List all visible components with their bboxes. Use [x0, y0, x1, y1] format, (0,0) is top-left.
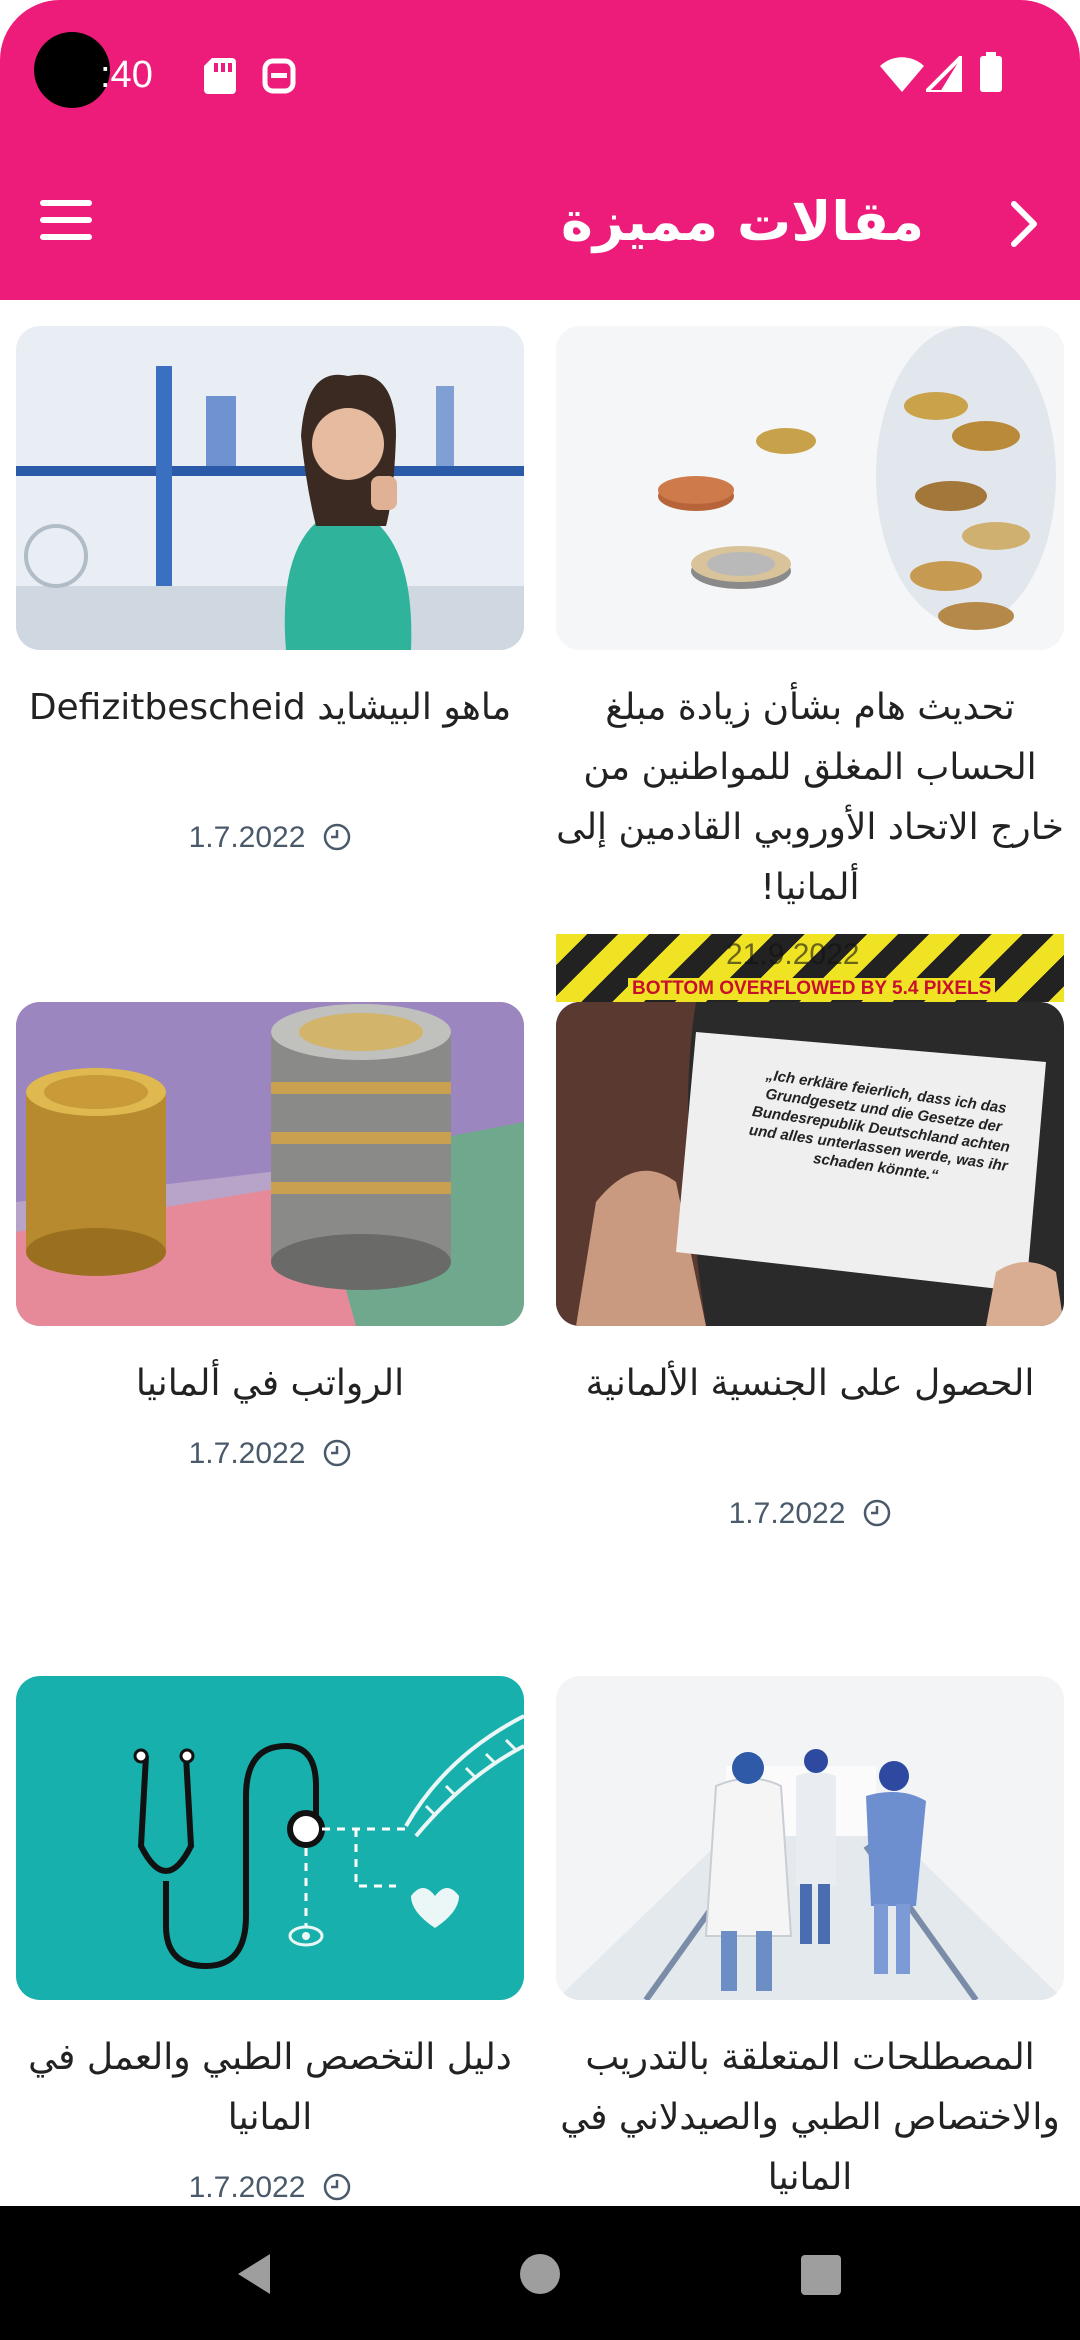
home-nav-icon[interactable] [518, 2252, 562, 2296]
article-title: المصطلحات المتعلقة بالتدريب والاختصاص ال… [560, 2037, 1060, 2198]
article-date: 1.7.2022 [16, 818, 524, 858]
article-card[interactable]: „Ich erkläre feierlich, dass ich das Gru… [556, 1002, 1064, 1562]
overflow-warning: 21.9.2022 BOTTOM OVERFLOWED BY 5.4 PIXEL… [556, 934, 1064, 1002]
article-date: 1.7.2022 [16, 2168, 524, 2206]
back-arrow-icon[interactable] [998, 198, 1050, 250]
clock-icon [324, 2173, 351, 2201]
article-title: الرواتب في ألمانيا [135, 1363, 405, 1404]
system-navigation-bar [0, 2206, 1080, 2340]
sd-card-icon [204, 58, 236, 94]
article-image-citizenship: „Ich erkläre feierlich, dass ich das Gru… [556, 1002, 1064, 1326]
article-card[interactable]: الرواتب في ألمانيا 1.7.2022 [16, 1002, 524, 1502]
article-card[interactable]: تحديث هام بشأن زيادة مبلغ الحساب المغلق … [556, 326, 1064, 946]
article-title: تحديث هام بشأن زيادة مبلغ الحساب المغلق … [556, 687, 1064, 908]
app-bar: مقالات مميزة [0, 150, 1080, 300]
status-time: :40 [100, 54, 153, 96]
article-title: ماهو البيشايد Defizitbescheid [28, 687, 512, 728]
status-bar: :40 [0, 0, 1080, 150]
article-title: الحصول على الجنسية الألمانية [585, 1363, 1035, 1404]
article-date: 1.7.2022 [556, 1494, 1064, 1534]
back-nav-icon[interactable] [234, 2252, 274, 2296]
signal-icon [926, 56, 962, 92]
article-image-frozen-coins [556, 326, 1064, 650]
article-image-doctors-hallway [556, 1676, 1064, 2000]
recents-nav-icon[interactable] [800, 2254, 842, 2296]
clock-icon [324, 1439, 351, 1467]
clock-icon [324, 823, 351, 851]
menu-icon[interactable] [40, 200, 92, 240]
wifi-icon [880, 57, 924, 92]
article-image-stethoscope [16, 1676, 524, 2000]
article-date-text: 1.7.2022 [188, 2171, 306, 2204]
overflow-warning-label: BOTTOM OVERFLOWED BY 5.4 PIXELS [628, 978, 996, 1000]
article-image-nurse [16, 326, 524, 650]
article-date-text: 1.7.2022 [728, 1497, 846, 1530]
article-title: دليل التخصص الطبي والعمل في المانيا [28, 2037, 512, 2138]
article-card[interactable]: دليل التخصص الطبي والعمل في المانيا 1.7.… [16, 1676, 524, 2206]
articles-grid: تحديث هام بشأن زيادة مبلغ الحساب المغلق … [0, 300, 1080, 2206]
overflow-date: 21.9.2022 [726, 938, 860, 971]
app-notification-icon [262, 58, 296, 94]
article-image-coins-banknotes [16, 1002, 524, 1326]
article-date-text: 1.7.2022 [188, 821, 306, 854]
clock-icon [864, 1499, 891, 1527]
battery-icon [980, 52, 1002, 92]
article-card[interactable]: المصطلحات المتعلقة بالتدريب والاختصاص ال… [556, 1676, 1064, 2206]
article-date: 1.7.2022 [16, 1434, 524, 1474]
page-title: مقالات مميزة [561, 190, 924, 253]
article-date-text: 1.7.2022 [188, 1437, 306, 1470]
article-card[interactable]: ماهو البيشايد Defizitbescheid 1.7.2022 [16, 326, 524, 886]
camera-cutout [34, 32, 110, 108]
